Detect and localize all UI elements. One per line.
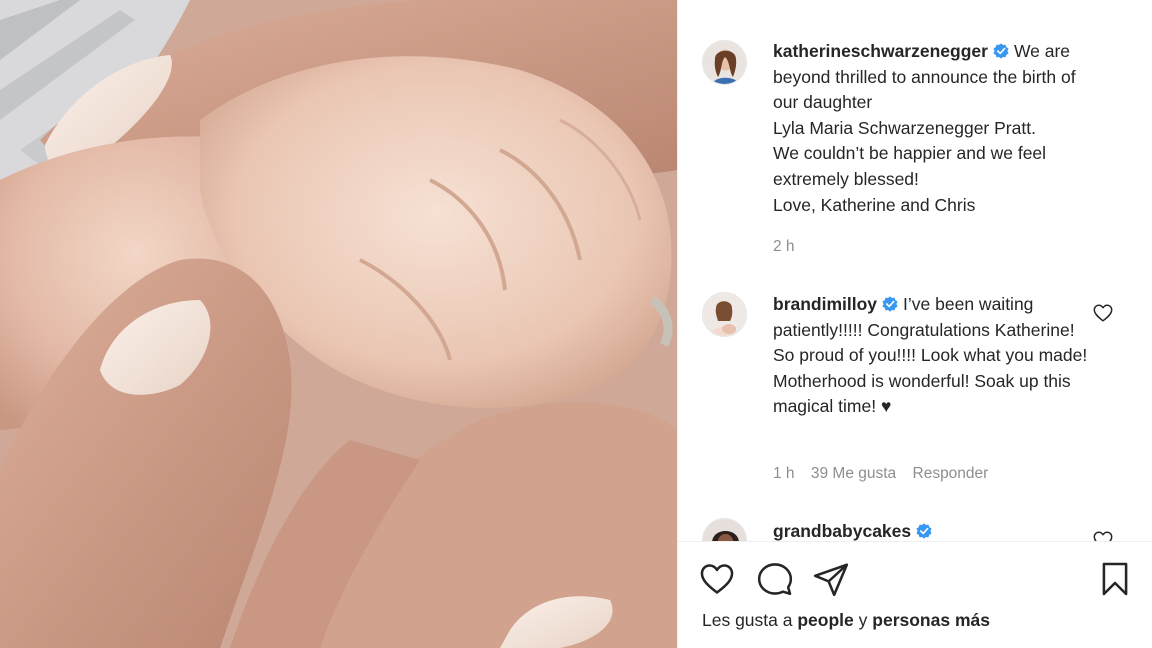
likes-others-link[interactable]: personas más — [872, 610, 990, 630]
avatar[interactable] — [702, 518, 747, 541]
post-photo[interactable] — [0, 0, 677, 648]
comments-list[interactable]: katherineschwarzenegger We are beyond thr… — [678, 0, 1152, 541]
likes-prefix: Les gusta a — [702, 610, 793, 630]
caption-body: We are beyond thrilled to announce the b… — [773, 41, 1076, 215]
comment-bubble-icon[interactable] — [756, 560, 794, 598]
comment-text: brandimilloy I’ve been waiting patiently!… — [773, 292, 1093, 420]
verified-badge-icon — [916, 523, 932, 539]
caption-meta: 2 h — [773, 238, 807, 256]
reply-button[interactable]: Responder — [913, 465, 989, 482]
comment-text: grandbabycakes — [773, 519, 1093, 541]
caption-time[interactable]: 2 h — [773, 238, 795, 255]
verified-badge-icon — [882, 296, 898, 312]
avatar[interactable] — [702, 292, 747, 337]
avatar[interactable] — [702, 40, 747, 85]
verified-badge-icon — [993, 43, 1009, 59]
comment-username[interactable]: brandimilloy — [773, 294, 877, 314]
post-actions-bar: Les gusta a people y personas más — [678, 541, 1152, 648]
likes-joiner: y — [858, 610, 868, 630]
comment-username[interactable]: grandbabycakes — [773, 521, 911, 541]
caption-text: katherineschwarzenegger We are beyond thr… — [773, 39, 1093, 218]
comment-likes-count[interactable]: 39 Me gusta — [811, 465, 896, 482]
comment-time[interactable]: 1 h — [773, 465, 795, 482]
comment-like-heart-icon[interactable] — [1092, 302, 1114, 324]
caption-username[interactable]: katherineschwarzenegger — [773, 41, 988, 61]
save-bookmark-icon[interactable] — [1096, 560, 1134, 598]
like-heart-icon[interactable] — [698, 560, 736, 598]
baby-hand-image — [0, 0, 677, 648]
likes-user-link[interactable]: people — [797, 610, 853, 630]
likes-summary: Les gusta a people y personas más — [702, 610, 990, 631]
comment-meta: 1 h 39 Me gusta Responder — [773, 465, 1000, 483]
comment-like-heart-icon[interactable] — [1092, 529, 1114, 541]
share-paper-plane-icon[interactable] — [812, 560, 850, 598]
post-side-panel: katherineschwarzenegger We are beyond thr… — [677, 0, 1152, 648]
